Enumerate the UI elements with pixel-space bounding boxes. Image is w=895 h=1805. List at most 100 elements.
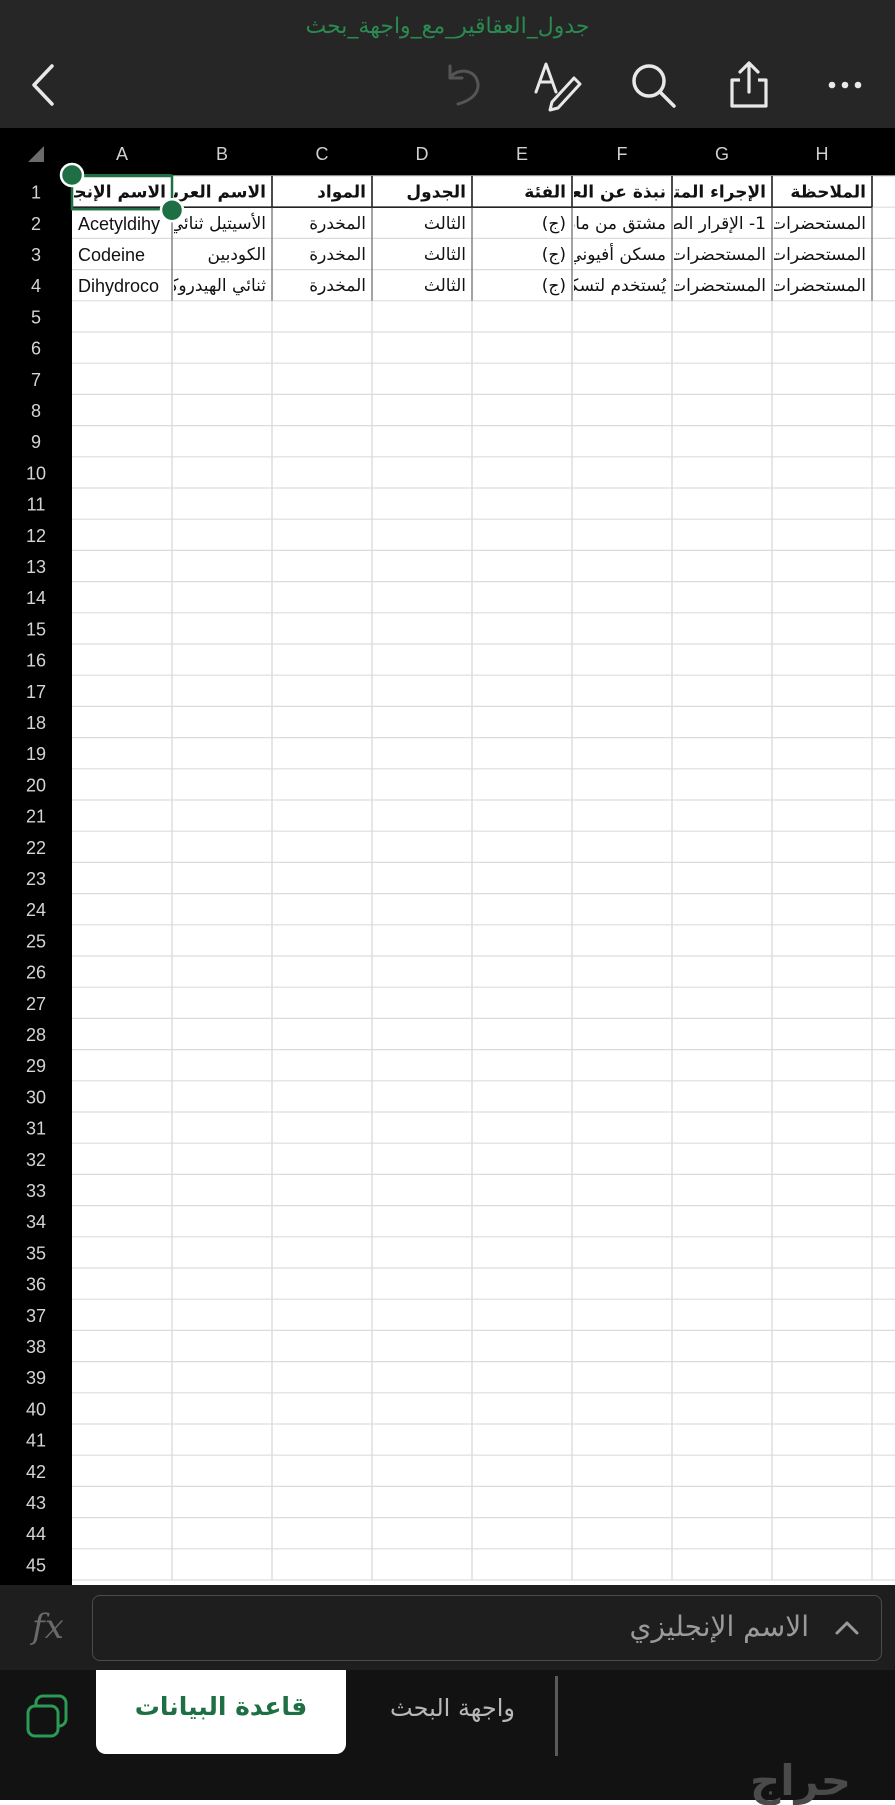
tab-search-label: واجهة البحث [390,1694,515,1722]
row-header-13[interactable]: 13 [26,557,46,577]
data-cell-a4[interactable]: Dihydroco [78,276,159,296]
tab-database-label: قاعدة البيانات [134,1692,308,1721]
row-header-2[interactable]: 2 [31,214,41,234]
sheet-tabs-bar: قاعدة البيانات واجهة البحث حراج [0,1670,895,1805]
row-header-5[interactable]: 5 [31,307,41,327]
column-header-a[interactable]: A [116,144,128,164]
row-header-3[interactable]: 3 [31,245,41,265]
tab-database[interactable]: قاعدة البيانات [96,1670,346,1754]
column-header-b[interactable]: B [216,144,228,164]
row-header-15[interactable]: 15 [26,619,46,639]
row-header-22[interactable]: 22 [26,838,46,858]
data-cell-b3[interactable]: الكودبين [208,245,266,265]
app-toolbar: جدول_العقاقير_مع_واجهة_بحث [0,0,895,128]
row-header-37[interactable]: 37 [26,1306,46,1326]
row-header-33[interactable]: 33 [26,1181,46,1201]
column-header-d[interactable]: D [416,144,429,164]
data-cell-f3[interactable]: مسكن أفيوني [568,243,666,265]
row-header-43[interactable]: 43 [26,1493,46,1513]
row-header-36[interactable]: 36 [26,1275,46,1295]
selected-column-marker [72,174,172,177]
selection-handle-start[interactable] [59,162,85,188]
header-cell-e[interactable]: الفئة [524,183,566,203]
row-header-17[interactable]: 17 [26,682,46,702]
column-header-c[interactable]: C [316,144,329,164]
row-header-18[interactable]: 18 [26,713,46,733]
row-header-14[interactable]: 14 [26,588,46,608]
row-header-10[interactable]: 10 [26,463,46,483]
undo-button[interactable] [436,58,490,112]
data-cell-c2[interactable]: المخدرة [309,214,366,234]
row-header-28[interactable]: 28 [26,1025,46,1045]
column-header-h[interactable]: H [816,144,829,164]
column-header-f[interactable]: F [617,144,628,164]
row-header-1[interactable]: 1 [31,183,41,203]
formula-input[interactable]: الاسم الإنجليزي [92,1595,882,1661]
data-cell-e4[interactable]: (ج) [542,276,566,296]
more-icon [828,81,862,89]
row-header-41[interactable]: 41 [26,1431,46,1451]
data-cell-a3[interactable]: Codeine [78,245,145,265]
row-header-21[interactable]: 21 [26,807,46,827]
row-header-19[interactable]: 19 [26,744,46,764]
data-cell-f2[interactable]: مشتق من ماد [568,214,666,234]
row-header-32[interactable]: 32 [26,1150,46,1170]
header-cell-d[interactable]: الجدول [406,183,466,203]
fx-icon[interactable]: fx [32,1607,64,1647]
header-cell-h[interactable]: الملاحظة [790,183,866,203]
text-format-button[interactable] [530,58,584,112]
sheet-background [0,128,895,1585]
row-header-23[interactable]: 23 [26,869,46,889]
data-cell-d4[interactable]: الثالث [424,276,466,296]
row-header-38[interactable]: 38 [26,1337,46,1357]
row-header-30[interactable]: 30 [26,1087,46,1107]
column-header-band [0,128,895,176]
row-header-31[interactable]: 31 [26,1119,46,1139]
share-button[interactable] [722,58,776,112]
row-header-26[interactable]: 26 [26,963,46,983]
row-header-7[interactable]: 7 [31,370,41,390]
row-header-44[interactable]: 44 [26,1524,46,1544]
spreadsheet-grid[interactable]: A B C D E F G H12345678910111213141516171819202… [0,128,895,1585]
data-cell-e3[interactable]: (ج) [542,245,566,265]
row-header-12[interactable]: 12 [26,526,46,546]
header-cell-c[interactable]: المواد [317,183,366,203]
search-button[interactable] [626,58,680,112]
row-header-20[interactable]: 20 [26,775,46,795]
data-cell-c4[interactable]: المخدرة [309,276,366,296]
row-header-9[interactable]: 9 [31,432,41,452]
row-header-16[interactable]: 16 [26,651,46,671]
share-icon [730,61,768,108]
row-header-34[interactable]: 34 [26,1212,46,1232]
row-header-35[interactable]: 35 [26,1243,46,1263]
column-header-e[interactable]: E [516,144,528,164]
row-header-39[interactable]: 39 [26,1368,46,1388]
data-cell-b2[interactable]: الأسيتيل ثنائي [170,213,266,234]
row-header-45[interactable]: 45 [26,1555,46,1575]
row-header-40[interactable]: 40 [26,1399,46,1419]
undo-icon [448,64,480,106]
row-header-4[interactable]: 4 [31,276,41,296]
watermark-logo: حراج [749,1756,851,1805]
sheets-list-icon[interactable] [22,1690,74,1742]
data-cell-a2[interactable]: Acetyldihy [78,214,160,234]
row-header-42[interactable]: 42 [26,1462,46,1482]
data-cell-e2[interactable]: (ج) [542,214,566,234]
row-header-6[interactable]: 6 [31,339,41,359]
row-header-29[interactable]: 29 [26,1056,46,1076]
tab-search-interface[interactable]: واجهة البحث [350,1670,555,1754]
data-cell-h2[interactable]: المستحضرات [770,214,866,234]
data-cell-c3[interactable]: المخدرة [309,245,366,265]
more-button[interactable] [818,58,872,112]
chevron-up-icon[interactable] [833,1616,861,1640]
row-header-27[interactable]: 27 [26,994,46,1014]
column-header-g[interactable]: G [715,144,729,164]
row-header-8[interactable]: 8 [31,401,41,421]
selection-handle-end[interactable] [159,197,185,223]
row-header-25[interactable]: 25 [26,931,46,951]
data-cell-d3[interactable]: الثالث [424,245,466,265]
row-header-24[interactable]: 24 [26,900,46,920]
back-button[interactable] [18,58,72,112]
row-header-11[interactable]: 11 [27,495,46,515]
data-cell-d2[interactable]: الثالث [424,214,466,234]
